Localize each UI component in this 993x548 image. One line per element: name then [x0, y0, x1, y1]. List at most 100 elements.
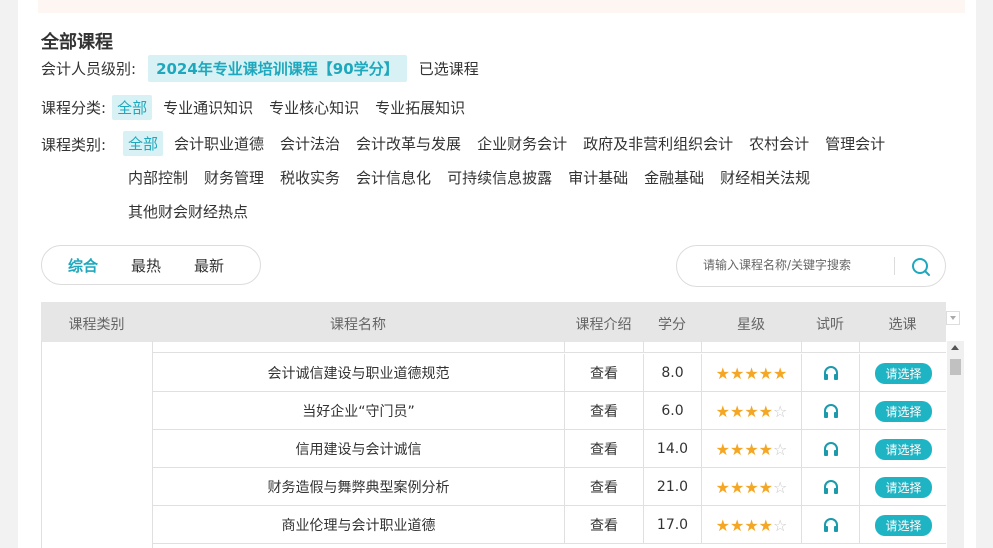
star-rating: ★★★★☆ — [702, 430, 802, 468]
type-option-14[interactable]: 金融基础 — [639, 165, 709, 190]
course-credit: 8.0 — [644, 354, 702, 392]
sort-tab-2[interactable]: 最新 — [194, 255, 224, 276]
header-listen: 试听 — [816, 317, 844, 333]
type-option-8[interactable]: 内部控制 — [123, 165, 193, 190]
type-option-4[interactable]: 企业财务会计 — [472, 131, 572, 156]
header-name: 课程名称 — [330, 317, 386, 333]
table-row: 商业伦理与会计职业道德 查看 17.0 ★★★★☆ 请选择 — [153, 506, 946, 544]
select-course-button[interactable]: 请选择 — [875, 476, 932, 498]
header-intro: 课程介绍 — [575, 317, 632, 333]
scroll-up-icon[interactable] — [951, 345, 959, 350]
header-stars: 星级 — [737, 317, 765, 333]
listen-cell — [802, 506, 860, 544]
type-option-3[interactable]: 会计改革与发展 — [351, 131, 466, 156]
course-intro-link[interactable]: 查看 — [565, 506, 644, 544]
headphones-icon[interactable] — [822, 402, 840, 420]
table-header: 课程类别 课程名称 课程介绍 学分 星级 试听 选课 — [41, 302, 946, 342]
select-course-button[interactable]: 请选择 — [875, 400, 932, 422]
star-rating: ★★★★☆ — [702, 392, 802, 430]
section-title: 全部课程 — [41, 32, 113, 53]
course-intro-link[interactable]: 查看 — [565, 354, 644, 392]
scrollbar[interactable] — [947, 341, 964, 548]
header-category: 课程类别 — [68, 317, 125, 333]
level-label: 会计人员级别: — [41, 60, 137, 78]
column-dropdown-icon[interactable] — [946, 311, 960, 325]
course-credit: 14.0 — [644, 430, 702, 468]
select-course-button[interactable]: 请选择 — [875, 514, 932, 536]
type-option-16[interactable]: 其他财会财经热点 — [123, 199, 253, 224]
header-select: 选课 — [888, 317, 917, 333]
type-option-6[interactable]: 农村会计 — [744, 131, 814, 156]
course-intro-link[interactable]: 查看 — [565, 392, 644, 430]
type-option-1[interactable]: 会计职业道德 — [169, 131, 269, 156]
star-rating: ★★★★☆ — [702, 506, 802, 544]
type-option-2[interactable]: 会计法治 — [275, 131, 345, 156]
star-filled-icon: ★ — [729, 477, 745, 497]
course-intro-link[interactable]: 查看 — [565, 430, 644, 468]
star-empty-icon: ☆ — [773, 439, 788, 459]
course-credit: 21.0 — [644, 468, 702, 506]
course-name: 信用建设与会计诚信 — [153, 430, 565, 468]
star-filled-icon: ★ — [758, 439, 774, 459]
sort-tab-1[interactable]: 最热 — [131, 255, 161, 276]
star-filled-icon: ★ — [758, 363, 774, 383]
listen-cell — [802, 392, 860, 430]
category-option-1[interactable]: 专业通识知识 — [158, 95, 258, 120]
search-box — [676, 245, 946, 287]
category-option-0[interactable]: 全部 — [112, 95, 153, 120]
star-filled-icon: ★ — [715, 477, 730, 497]
partial-cell — [702, 341, 802, 353]
scroll-thumb[interactable] — [950, 359, 961, 375]
star-rating: ★★★★★ — [702, 354, 802, 392]
headphones-icon[interactable] — [822, 478, 840, 496]
star-empty-icon: ☆ — [773, 477, 788, 497]
search-input[interactable] — [703, 258, 883, 272]
type-option-7[interactable]: 管理会计 — [820, 131, 890, 156]
select-cell: 请选择 — [860, 468, 946, 506]
select-cell: 请选择 — [860, 430, 946, 468]
select-cell: 请选择 — [860, 354, 946, 392]
partial-cell — [644, 341, 702, 353]
partial-cell — [153, 341, 565, 353]
category-option-2[interactable]: 专业核心知识 — [264, 95, 364, 120]
partial-cell — [565, 341, 644, 353]
type-option-11[interactable]: 会计信息化 — [351, 165, 436, 190]
type-option-0[interactable]: 全部 — [123, 131, 164, 156]
search-icon[interactable] — [910, 256, 932, 278]
sort-tabs: 综合 最热 最新 — [41, 245, 261, 285]
select-course-button[interactable]: 请选择 — [875, 438, 932, 460]
type-option-12[interactable]: 可持续信息披露 — [442, 165, 557, 190]
type-label: 课程类别: — [41, 136, 107, 154]
type-option-9[interactable]: 财务管理 — [199, 165, 269, 190]
headphones-icon[interactable] — [822, 440, 840, 458]
star-filled-icon: ★ — [744, 401, 759, 421]
selected-courses-link[interactable]: 已选课程 — [419, 58, 479, 79]
type-option-13[interactable]: 审计基础 — [563, 165, 633, 190]
header-credit: 学分 — [658, 317, 686, 333]
course-credit: 17.0 — [644, 506, 702, 544]
star-filled-icon: ★ — [744, 477, 759, 497]
level-chip[interactable]: 2024年专业课培训课程【90学分】 — [148, 55, 407, 82]
category-row: 课程分类: 全部 专业通识知识 专业核心知识 专业拓展知识 — [41, 95, 476, 120]
type-option-10[interactable]: 税收实务 — [275, 165, 345, 190]
top-banner — [38, 0, 965, 13]
course-table: 会计诚信建设与职业道德规范 查看 8.0 ★★★★★ 请选择 当好企业“守门员” 查看 6.0… — [41, 341, 946, 548]
category-option-3[interactable]: 专业拓展知识 — [370, 95, 470, 120]
course-name: 财务造假与舞弊典型案例分析 — [153, 468, 565, 506]
type-option-15[interactable]: 财经相关法规 — [715, 165, 815, 190]
type-option-5[interactable]: 政府及非营利组织会计 — [578, 131, 738, 156]
star-filled-icon: ★ — [744, 439, 759, 459]
star-empty-icon: ☆ — [773, 515, 788, 535]
table-row-partial — [153, 341, 946, 353]
select-course-button[interactable]: 请选择 — [875, 362, 932, 384]
headphones-icon[interactable] — [822, 364, 840, 382]
sort-tab-0[interactable]: 综合 — [68, 255, 98, 276]
star-filled-icon: ★ — [758, 477, 774, 497]
table-row: 当好企业“守门员” 查看 6.0 ★★★★☆ 请选择 — [153, 392, 946, 430]
star-filled-icon: ★ — [773, 363, 788, 383]
listen-cell — [802, 468, 860, 506]
course-intro-link[interactable]: 查看 — [565, 468, 644, 506]
star-filled-icon: ★ — [715, 401, 730, 421]
select-cell: 请选择 — [860, 392, 946, 430]
headphones-icon[interactable] — [822, 516, 840, 534]
